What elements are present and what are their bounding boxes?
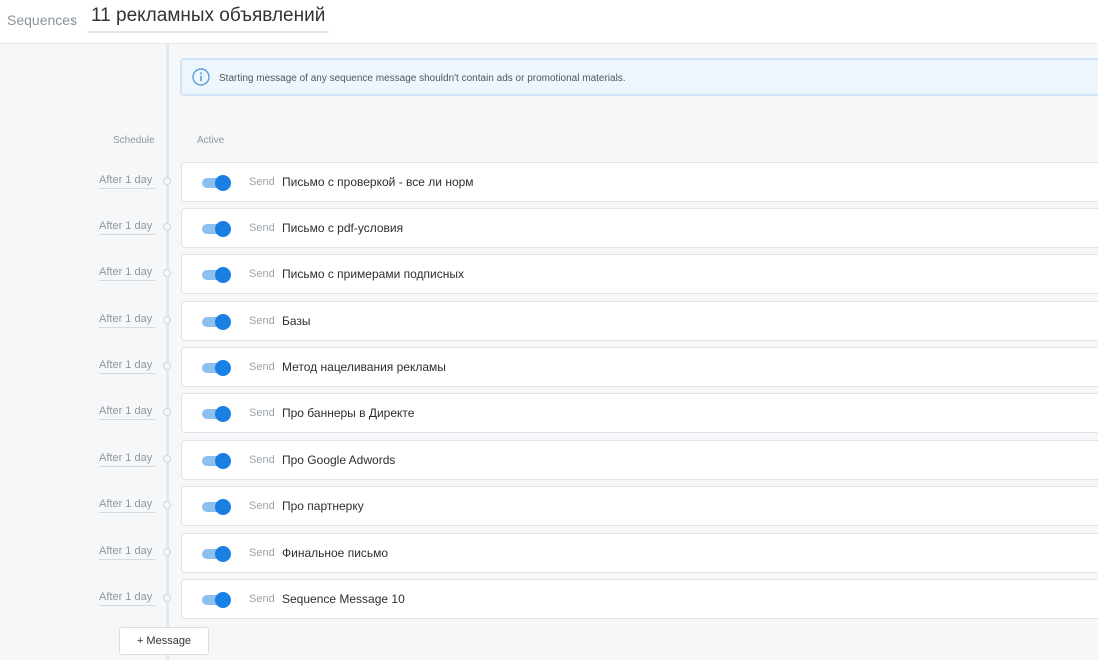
message-row[interactable]: Send Про партнерку bbox=[181, 486, 1098, 526]
send-label: Send bbox=[249, 176, 275, 188]
toggle-knob bbox=[215, 499, 231, 515]
send-label: Send bbox=[249, 454, 275, 466]
notice-text: Starting message of any sequence message… bbox=[219, 73, 626, 84]
toggle-knob bbox=[215, 546, 231, 562]
schedule-delay-link[interactable]: After 1 day bbox=[99, 174, 155, 189]
message-name[interactable]: Письмо с примерами подписных bbox=[282, 267, 464, 281]
toggle-knob bbox=[215, 267, 231, 283]
schedule-delay-link[interactable]: After 1 day bbox=[99, 545, 155, 560]
sequence-title-input[interactable]: 11 рекламных объявлений bbox=[87, 4, 330, 33]
message-name[interactable]: Про партнерку bbox=[282, 499, 364, 513]
message-row[interactable]: Send Письмо с примерами подписных bbox=[181, 254, 1098, 294]
toggle-knob bbox=[215, 175, 231, 191]
toggle-knob bbox=[215, 314, 231, 330]
send-label: Send bbox=[249, 500, 275, 512]
active-toggle[interactable] bbox=[202, 360, 232, 376]
send-label: Send bbox=[249, 593, 275, 605]
timeline-dot bbox=[163, 177, 171, 185]
message-name[interactable]: Про баннеры в Директе bbox=[282, 406, 414, 420]
active-toggle[interactable] bbox=[202, 453, 232, 469]
timeline-dot bbox=[163, 594, 171, 602]
toggle-knob bbox=[215, 360, 231, 376]
send-label: Send bbox=[249, 315, 275, 327]
active-toggle[interactable] bbox=[202, 314, 232, 330]
message-row[interactable]: Send Про Google Adwords bbox=[181, 440, 1098, 480]
toggle-knob bbox=[215, 453, 231, 469]
active-column-header: Active bbox=[197, 135, 225, 146]
timeline-dot bbox=[163, 501, 171, 509]
timeline-dot bbox=[163, 408, 171, 416]
send-label: Send bbox=[249, 547, 275, 559]
message-name[interactable]: Метод нацеливания рекламы bbox=[282, 360, 446, 374]
timeline-dot bbox=[163, 455, 171, 463]
schedule-delay-link[interactable]: After 1 day bbox=[99, 266, 155, 281]
timeline-line bbox=[166, 44, 169, 660]
message-row[interactable]: Send Письмо с pdf-условия bbox=[181, 208, 1098, 248]
send-label: Send bbox=[249, 361, 275, 373]
timeline-dot bbox=[163, 269, 171, 277]
send-label: Send bbox=[249, 268, 275, 280]
message-row[interactable]: Send Письмо с проверкой - все ли норм bbox=[181, 162, 1098, 202]
active-toggle[interactable] bbox=[202, 499, 232, 515]
timeline-dot bbox=[163, 548, 171, 556]
toggle-knob bbox=[215, 592, 231, 608]
active-toggle[interactable] bbox=[202, 175, 232, 191]
schedule-delay-link[interactable]: After 1 day bbox=[99, 591, 155, 606]
send-label: Send bbox=[249, 222, 275, 234]
message-name[interactable]: Sequence Message 10 bbox=[282, 592, 405, 606]
active-toggle[interactable] bbox=[202, 267, 232, 283]
toggle-knob bbox=[215, 406, 231, 422]
schedule-column-header: Schedule bbox=[113, 135, 155, 146]
info-icon bbox=[192, 68, 210, 86]
message-name[interactable]: Базы bbox=[282, 314, 311, 328]
message-row[interactable]: Send Метод нацеливания рекламы bbox=[181, 347, 1098, 387]
schedule-delay-link[interactable]: After 1 day bbox=[99, 220, 155, 235]
message-name[interactable]: Про Google Adwords bbox=[282, 453, 395, 467]
schedule-delay-link[interactable]: After 1 day bbox=[99, 313, 155, 328]
timeline-dot bbox=[163, 316, 171, 324]
active-toggle[interactable] bbox=[202, 221, 232, 237]
message-name[interactable]: Письмо с pdf-условия bbox=[282, 221, 403, 235]
add-message-button[interactable]: + Message bbox=[119, 627, 209, 655]
schedule-delay-link[interactable]: After 1 day bbox=[99, 359, 155, 374]
breadcrumb-sequences[interactable]: Sequences bbox=[7, 12, 77, 28]
schedule-delay-link[interactable]: After 1 day bbox=[99, 498, 155, 513]
send-label: Send bbox=[249, 407, 275, 419]
notice-banner: Starting message of any sequence message… bbox=[180, 58, 1098, 96]
schedule-delay-link[interactable]: After 1 day bbox=[99, 452, 155, 467]
timeline-dot bbox=[163, 223, 171, 231]
active-toggle[interactable] bbox=[202, 546, 232, 562]
timeline-dot bbox=[163, 362, 171, 370]
message-row[interactable]: Send Sequence Message 10 bbox=[181, 579, 1098, 619]
active-toggle[interactable] bbox=[202, 592, 232, 608]
toggle-knob bbox=[215, 221, 231, 237]
chevron-right-icon: › bbox=[71, 12, 76, 28]
message-row[interactable]: Send Базы bbox=[181, 301, 1098, 341]
message-row[interactable]: Send Финальное письмо bbox=[181, 533, 1098, 573]
active-toggle[interactable] bbox=[202, 406, 232, 422]
message-name[interactable]: Письмо с проверкой - все ли норм bbox=[282, 175, 474, 189]
message-name[interactable]: Финальное письмо bbox=[282, 546, 388, 560]
top-bar: Sequences › 11 рекламных объявлений bbox=[0, 0, 1098, 44]
message-row[interactable]: Send Про баннеры в Директе bbox=[181, 393, 1098, 433]
schedule-delay-link[interactable]: After 1 day bbox=[99, 405, 155, 420]
